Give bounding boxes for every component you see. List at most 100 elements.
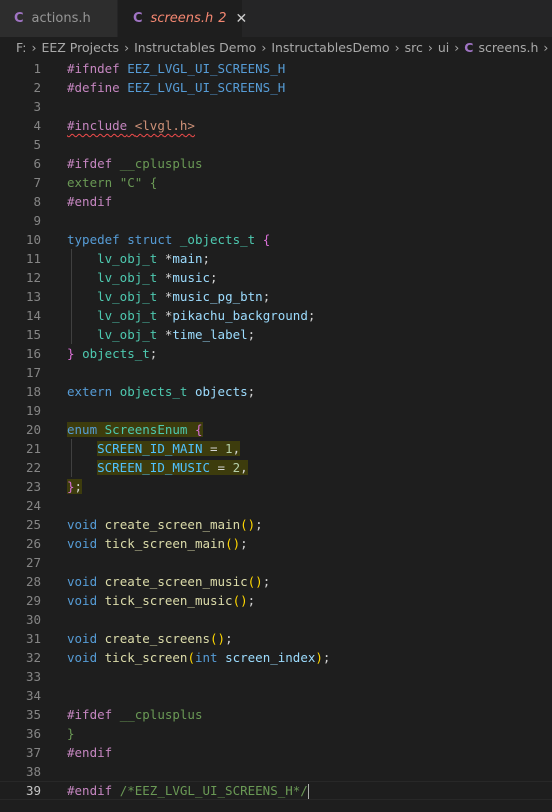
code-token: *	[157, 251, 173, 266]
code-text: void create_screen_main();	[67, 515, 263, 534]
code-token: ;	[322, 650, 331, 665]
code-editor[interactable]: 1 #ifndef EEZ_LVGL_UI_SCREENS_H 2 #define E…	[0, 58, 552, 812]
code-token: create_screen_main	[104, 517, 241, 532]
code-line[interactable]: 23};	[0, 477, 552, 496]
code-token: objects_t	[82, 346, 150, 361]
code-line[interactable]: 27	[0, 553, 552, 572]
line-number: 21	[25, 441, 41, 456]
code-line[interactable]: 19	[0, 401, 552, 420]
line-number: 22	[25, 460, 41, 475]
breadcrumb-item-drive[interactable]: F:	[16, 40, 26, 55]
code-token: ;	[255, 517, 263, 532]
code-line[interactable]: 39 #endif /*EEZ_LVGL_UI_SCREENS_H*/	[0, 781, 552, 800]
code-line[interactable]: 12 lv_obj_t *music;	[0, 268, 552, 287]
code-line[interactable]: 2 #define EEZ_LVGL_UI_SCREENS_H	[0, 78, 552, 97]
code-line[interactable]: 7 extern "C" {	[0, 173, 552, 192]
code-text: lv_obj_t *pikachu_background;	[67, 306, 315, 325]
code-token: lv_obj_t	[97, 308, 158, 323]
breadcrumb-item-instructables-demo[interactable]: Instructables Demo	[134, 40, 256, 55]
code-text: void create_screen_music();	[67, 572, 270, 591]
indent-guide	[71, 439, 72, 477]
code-token: __cplusplus	[119, 707, 203, 722]
breadcrumb-item-file[interactable]: screens.h	[478, 40, 538, 55]
code-line[interactable]: 15 lv_obj_t *time_label;	[0, 325, 552, 344]
line-number: 2	[33, 80, 41, 95]
code-line[interactable]: 25 void create_screen_main();	[0, 515, 552, 534]
code-line[interactable]: 20 enum ScreensEnum {	[0, 420, 552, 439]
code-line[interactable]: 28 void create_screen_music();	[0, 572, 552, 591]
line-number: 26	[25, 536, 41, 551]
code-token: *	[157, 289, 173, 304]
code-line[interactable]: 33	[0, 667, 552, 686]
code-line[interactable]: 38	[0, 762, 552, 781]
code-line[interactable]: 13 lv_obj_t *music_pg_btn;	[0, 287, 552, 306]
code-line[interactable]: 31 void create_screens();	[0, 629, 552, 648]
code-line[interactable]: 6 #ifdef __cplusplus	[0, 154, 552, 173]
code-token: lv_obj_t	[97, 270, 158, 285]
code-line[interactable]: 36}	[0, 724, 552, 743]
code-line[interactable]: 30	[0, 610, 552, 629]
code-line[interactable]: 4 #include <lvgl.h>	[0, 116, 552, 135]
code-line[interactable]: 16} objects_t;	[0, 344, 552, 363]
code-token: main	[172, 251, 203, 266]
breadcrumb-item-eez-projects[interactable]: EEZ Projects	[41, 40, 119, 55]
line-number: 29	[25, 593, 41, 608]
code-token: extern	[67, 384, 113, 399]
code-line[interactable]: 17	[0, 363, 552, 382]
code-line[interactable]: 9	[0, 211, 552, 230]
code-token: =	[210, 460, 233, 475]
tab-screens-h[interactable]: C screens.h 2 ✕	[118, 0, 247, 37]
code-line[interactable]: 26 void tick_screen_main();	[0, 534, 552, 553]
code-line[interactable]: 37 #endif	[0, 743, 552, 762]
code-line[interactable]: 22 SCREEN_ID_MUSIC = 2,	[0, 458, 552, 477]
breadcrumb-item-instructablesdemo[interactable]: InstructablesDemo	[271, 40, 389, 55]
code-line[interactable]: 34	[0, 686, 552, 705]
chevron-right-icon: ›	[261, 40, 267, 55]
code-token: #include	[67, 118, 128, 133]
breadcrumb-item-ui[interactable]: ui	[438, 40, 449, 55]
tab-actions-h[interactable]: C actions.h	[0, 0, 118, 37]
line-number: 18	[25, 384, 41, 399]
code-text: lv_obj_t *music;	[67, 268, 217, 287]
problem-count-badge: 2	[218, 11, 227, 26]
code-text: #define EEZ_LVGL_UI_SCREENS_H	[67, 78, 285, 97]
code-line[interactable]: 10 typedef struct _objects_t {	[0, 230, 552, 249]
code-line[interactable]: 11 lv_obj_t *main;	[0, 249, 552, 268]
code-line[interactable]: 3	[0, 97, 552, 116]
line-number: 38	[25, 764, 41, 779]
chevron-right-icon: ›	[31, 40, 37, 55]
line-number: 23	[25, 479, 41, 494]
breadcrumb-item-src[interactable]: src	[405, 40, 423, 55]
c-file-icon: C	[14, 11, 24, 26]
code-line[interactable]: 29 void tick_screen_music();	[0, 591, 552, 610]
code-token: }	[67, 346, 75, 361]
code-token: EEZ_LVGL_UI_SCREENS_H	[127, 61, 286, 76]
code-line[interactable]: 35 #ifdef __cplusplus	[0, 705, 552, 724]
code-line[interactable]: 5	[0, 135, 552, 154]
chevron-right-icon: ›	[427, 40, 433, 55]
line-number: 37	[25, 745, 41, 760]
close-icon[interactable]: ✕	[235, 11, 247, 27]
code-token: ;	[74, 479, 83, 494]
code-token: ()	[210, 631, 226, 646]
code-line[interactable]: 8 #endif	[0, 192, 552, 211]
code-text: void tick_screen(int screen_index);	[67, 648, 330, 667]
code-line[interactable]: 14 lv_obj_t *pikachu_background;	[0, 306, 552, 325]
code-token: #ifndef	[67, 61, 120, 76]
code-line[interactable]: 21 SCREEN_ID_MAIN = 1,	[0, 439, 552, 458]
code-line[interactable]: 24	[0, 496, 552, 515]
code-token: _objects_t	[179, 232, 256, 247]
code-line[interactable]: 32 void tick_screen(int screen_index);	[0, 648, 552, 667]
code-line[interactable]: 1 #ifndef EEZ_LVGL_UI_SCREENS_H	[0, 59, 552, 78]
code-token: 1	[225, 441, 233, 456]
code-line[interactable]: 18 extern objects_t objects;	[0, 382, 552, 401]
line-number: 32	[25, 650, 41, 665]
code-token: void	[67, 631, 98, 646]
code-token: tick_screen_main	[104, 536, 226, 551]
